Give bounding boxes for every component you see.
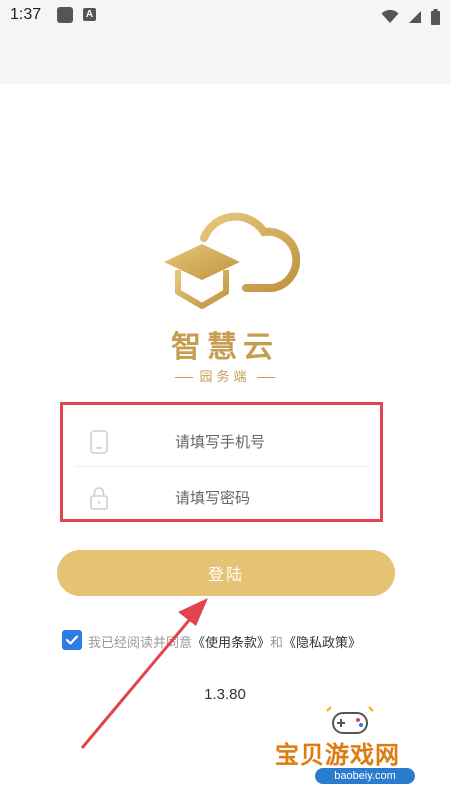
watermark-title: 宝贝游戏网 — [275, 741, 400, 769]
wifi-icon — [381, 9, 399, 23]
terms-link[interactable]: 《使用条款》 — [192, 636, 270, 651]
agreement-checkbox[interactable] — [62, 630, 82, 650]
brand-subtitle-text: 园务端 — [199, 370, 251, 385]
subtitle-left-dash — [175, 377, 194, 378]
cloud-graduation-cap-logo-icon — [164, 212, 300, 309]
accessibility-notification-icon: A — [83, 8, 96, 21]
checkmark-icon — [65, 635, 79, 645]
brand-name: 智慧云 — [171, 330, 279, 365]
login-button[interactable]: 登陆 — [57, 550, 395, 596]
watermark: 宝贝游戏网 baobeiy.com — [265, 705, 445, 795]
status-bar: 1:37 A — [0, 0, 450, 32]
password-input[interactable] — [135, 481, 365, 515]
password-field[interactable] — [75, 473, 371, 523]
status-time: 1:37 — [10, 6, 42, 23]
version-label: 1.3.80 — [204, 686, 246, 703]
annotation-arrow — [80, 598, 208, 749]
lock-icon — [90, 487, 108, 510]
app-notification-icon — [57, 7, 73, 23]
subtitle-right-dash — [256, 377, 275, 378]
agreement-prefix: 我已经阅读并同意 — [88, 636, 193, 651]
mobile-phone-icon — [90, 430, 108, 454]
phone-field[interactable] — [75, 417, 371, 467]
agreement-text: 我已经阅读并同意《使用条款》和《隐私政策》 — [88, 632, 361, 651]
agreement-conjunction: 和 — [270, 636, 284, 651]
battery-icon — [431, 8, 440, 25]
brand-subtitle: 园务端 — [0, 366, 450, 385]
watermark-url: baobeiy.com — [315, 768, 415, 784]
agreement-row: 我已经阅读并同意《使用条款》和《隐私政策》 — [62, 630, 402, 652]
gamepad-icon — [326, 706, 374, 734]
login-form-highlight — [60, 402, 383, 522]
privacy-link[interactable]: 《隐私政策》 — [283, 636, 361, 651]
status-indicators — [377, 6, 440, 26]
signal-icon — [408, 10, 421, 23]
header-band — [0, 32, 450, 84]
phone-input[interactable] — [135, 425, 365, 459]
